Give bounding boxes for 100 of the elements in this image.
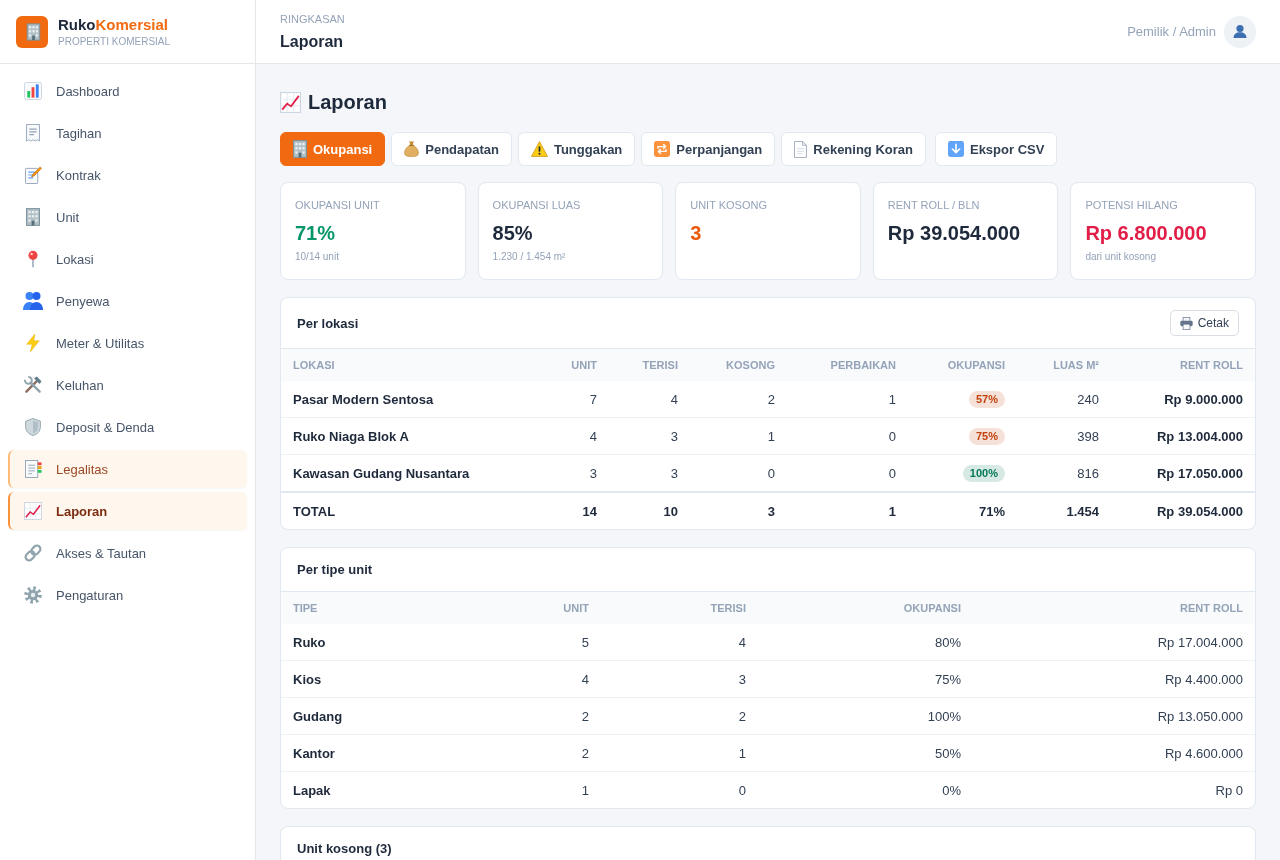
- sidebar-item[interactable]: Tagihan: [8, 114, 247, 152]
- table-cell: 3: [529, 454, 609, 492]
- table-cell: 0%: [758, 771, 973, 808]
- sidebar-item[interactable]: Laporan: [8, 492, 247, 530]
- stat-value: Rp 6.800.000: [1085, 221, 1208, 245]
- occupancy-badge: 100%: [962, 464, 1005, 482]
- table-cell: 2: [441, 697, 601, 735]
- occupancy-badge: 75%: [968, 427, 1005, 445]
- avatar-icon[interactable]: [1224, 15, 1256, 48]
- breadcrumb-label: RINGKASAN: [280, 12, 345, 26]
- table-cell: 4: [609, 381, 690, 418]
- building-icon: [293, 140, 307, 158]
- table-cell: 50%: [758, 734, 973, 772]
- sidebar-item[interactable]: Keluhan: [8, 366, 247, 404]
- table-cell: 2: [601, 697, 758, 735]
- export-csv-button[interactable]: Ekspor CSV: [934, 132, 1058, 166]
- table-cell: 1: [787, 492, 908, 529]
- table-cell: 80%: [758, 624, 973, 661]
- table-cell: 3: [609, 454, 690, 492]
- table-cell: 5: [441, 624, 601, 661]
- sidebar-item[interactable]: Kontrak: [8, 156, 247, 194]
- printer-icon: [1179, 316, 1193, 330]
- table-cell: 1: [601, 734, 758, 772]
- building-icon: [26, 208, 40, 226]
- table-cell: Pasar Modern Sentosa: [281, 381, 529, 418]
- table-cell: 2: [690, 381, 787, 418]
- document-tabs-icon: [24, 460, 42, 478]
- table-cell: 4: [601, 624, 758, 661]
- table-cell: 1: [690, 417, 787, 455]
- table-cell: Rp 13.004.000: [1111, 417, 1255, 455]
- table-cell: 3: [601, 660, 758, 698]
- line-chart-icon: [280, 91, 301, 113]
- sidebar-item[interactable]: Dashboard: [8, 72, 247, 110]
- user-role: Pemilik / Admin: [1127, 24, 1216, 39]
- sidebar-item[interactable]: Penyewa: [8, 282, 247, 320]
- report-tab[interactable]: Perpanjangan: [641, 132, 776, 166]
- sidebar-item[interactable]: Lokasi: [8, 240, 247, 278]
- table-cell: Kios: [281, 660, 441, 698]
- table-cell: 240: [1017, 381, 1111, 418]
- table-cell: 0: [787, 417, 908, 455]
- table-cell: Rp 13.050.000: [973, 697, 1255, 735]
- stat-label: OKUPANSI LUAS: [492, 198, 582, 212]
- table-cell: TOTAL: [281, 492, 529, 529]
- shield-icon: [25, 418, 41, 436]
- table-cell: 2: [441, 734, 601, 772]
- stat-label: RENT ROLL / BLN: [887, 198, 981, 212]
- column-header: RENT ROLL: [973, 592, 1255, 624]
- column-header: UNIT: [441, 592, 601, 624]
- table-cell: 7: [529, 381, 609, 418]
- stat-label: UNIT KOSONG: [690, 198, 768, 212]
- column-header: TIPE: [281, 592, 441, 624]
- line-chart-icon: [24, 502, 42, 520]
- table-cell: Gudang: [281, 697, 441, 735]
- lightning-icon: [26, 334, 40, 352]
- gear-icon: [24, 586, 42, 604]
- stat-note: 1.230 / 1.454 m²: [492, 250, 567, 263]
- brand-tagline: PROPERTI KOMERSIAL: [58, 34, 171, 48]
- table-cell: Rp 0: [973, 771, 1255, 808]
- column-header: LOKASI: [281, 349, 529, 381]
- receipt-icon: [26, 124, 40, 142]
- table-cell: Rp 17.004.000: [973, 624, 1255, 661]
- table-cell: Rp 9.000.000: [1111, 381, 1255, 418]
- table-cell: 71%: [908, 492, 1017, 529]
- tools-icon: [24, 376, 42, 394]
- brand-name: RukoKomersial: [58, 15, 170, 34]
- sidebar-item[interactable]: Unit: [8, 198, 247, 236]
- sidebar-item[interactable]: Pengaturan: [8, 576, 247, 614]
- table-cell: 1: [787, 381, 908, 418]
- table-cell: 398: [1017, 417, 1111, 455]
- stat-label: POTENSI HILANG: [1085, 198, 1179, 212]
- panel-title: Unit kosong (3): [297, 841, 392, 856]
- print-button[interactable]: Cetak: [1169, 310, 1239, 336]
- stat-value: 85%: [492, 221, 534, 245]
- sidebar-item[interactable]: Deposit & Denda: [8, 408, 247, 446]
- sidebar-item[interactable]: Legalitas: [8, 450, 247, 488]
- page-title: Laporan: [308, 90, 387, 114]
- pin-icon: [28, 250, 38, 268]
- occupancy-badge: 57%: [968, 390, 1005, 408]
- link-icon: [24, 544, 42, 562]
- table-cell: 816: [1017, 454, 1111, 492]
- logo-icon: [16, 15, 48, 48]
- column-header: UNIT: [529, 349, 609, 381]
- table-cell: 4: [441, 660, 601, 698]
- download-icon: [947, 141, 964, 157]
- report-tab[interactable]: Tunggakan: [517, 132, 636, 166]
- column-header: RENT ROLL: [1111, 349, 1255, 381]
- table-cell: 1.454: [1017, 492, 1111, 529]
- sidebar-item[interactable]: Akses & Tautan: [8, 534, 247, 572]
- table-cell: Rp 39.054.000: [1111, 492, 1255, 529]
- table-cell: 75%: [758, 660, 973, 698]
- report-tab[interactable]: Rekening Koran: [781, 132, 926, 166]
- table-cell: 0: [787, 454, 908, 492]
- table-cell: 14: [529, 492, 609, 529]
- report-tab[interactable]: Pendapatan: [391, 132, 512, 166]
- table-cell: Kawasan Gudang Nusantara: [281, 454, 529, 492]
- bar-chart-icon: [24, 82, 42, 100]
- table-cell: 3: [690, 492, 787, 529]
- column-header: OKUPANSI: [758, 592, 973, 624]
- sidebar-item[interactable]: Meter & Utilitas: [8, 324, 247, 362]
- table-cell: Ruko: [281, 624, 441, 661]
